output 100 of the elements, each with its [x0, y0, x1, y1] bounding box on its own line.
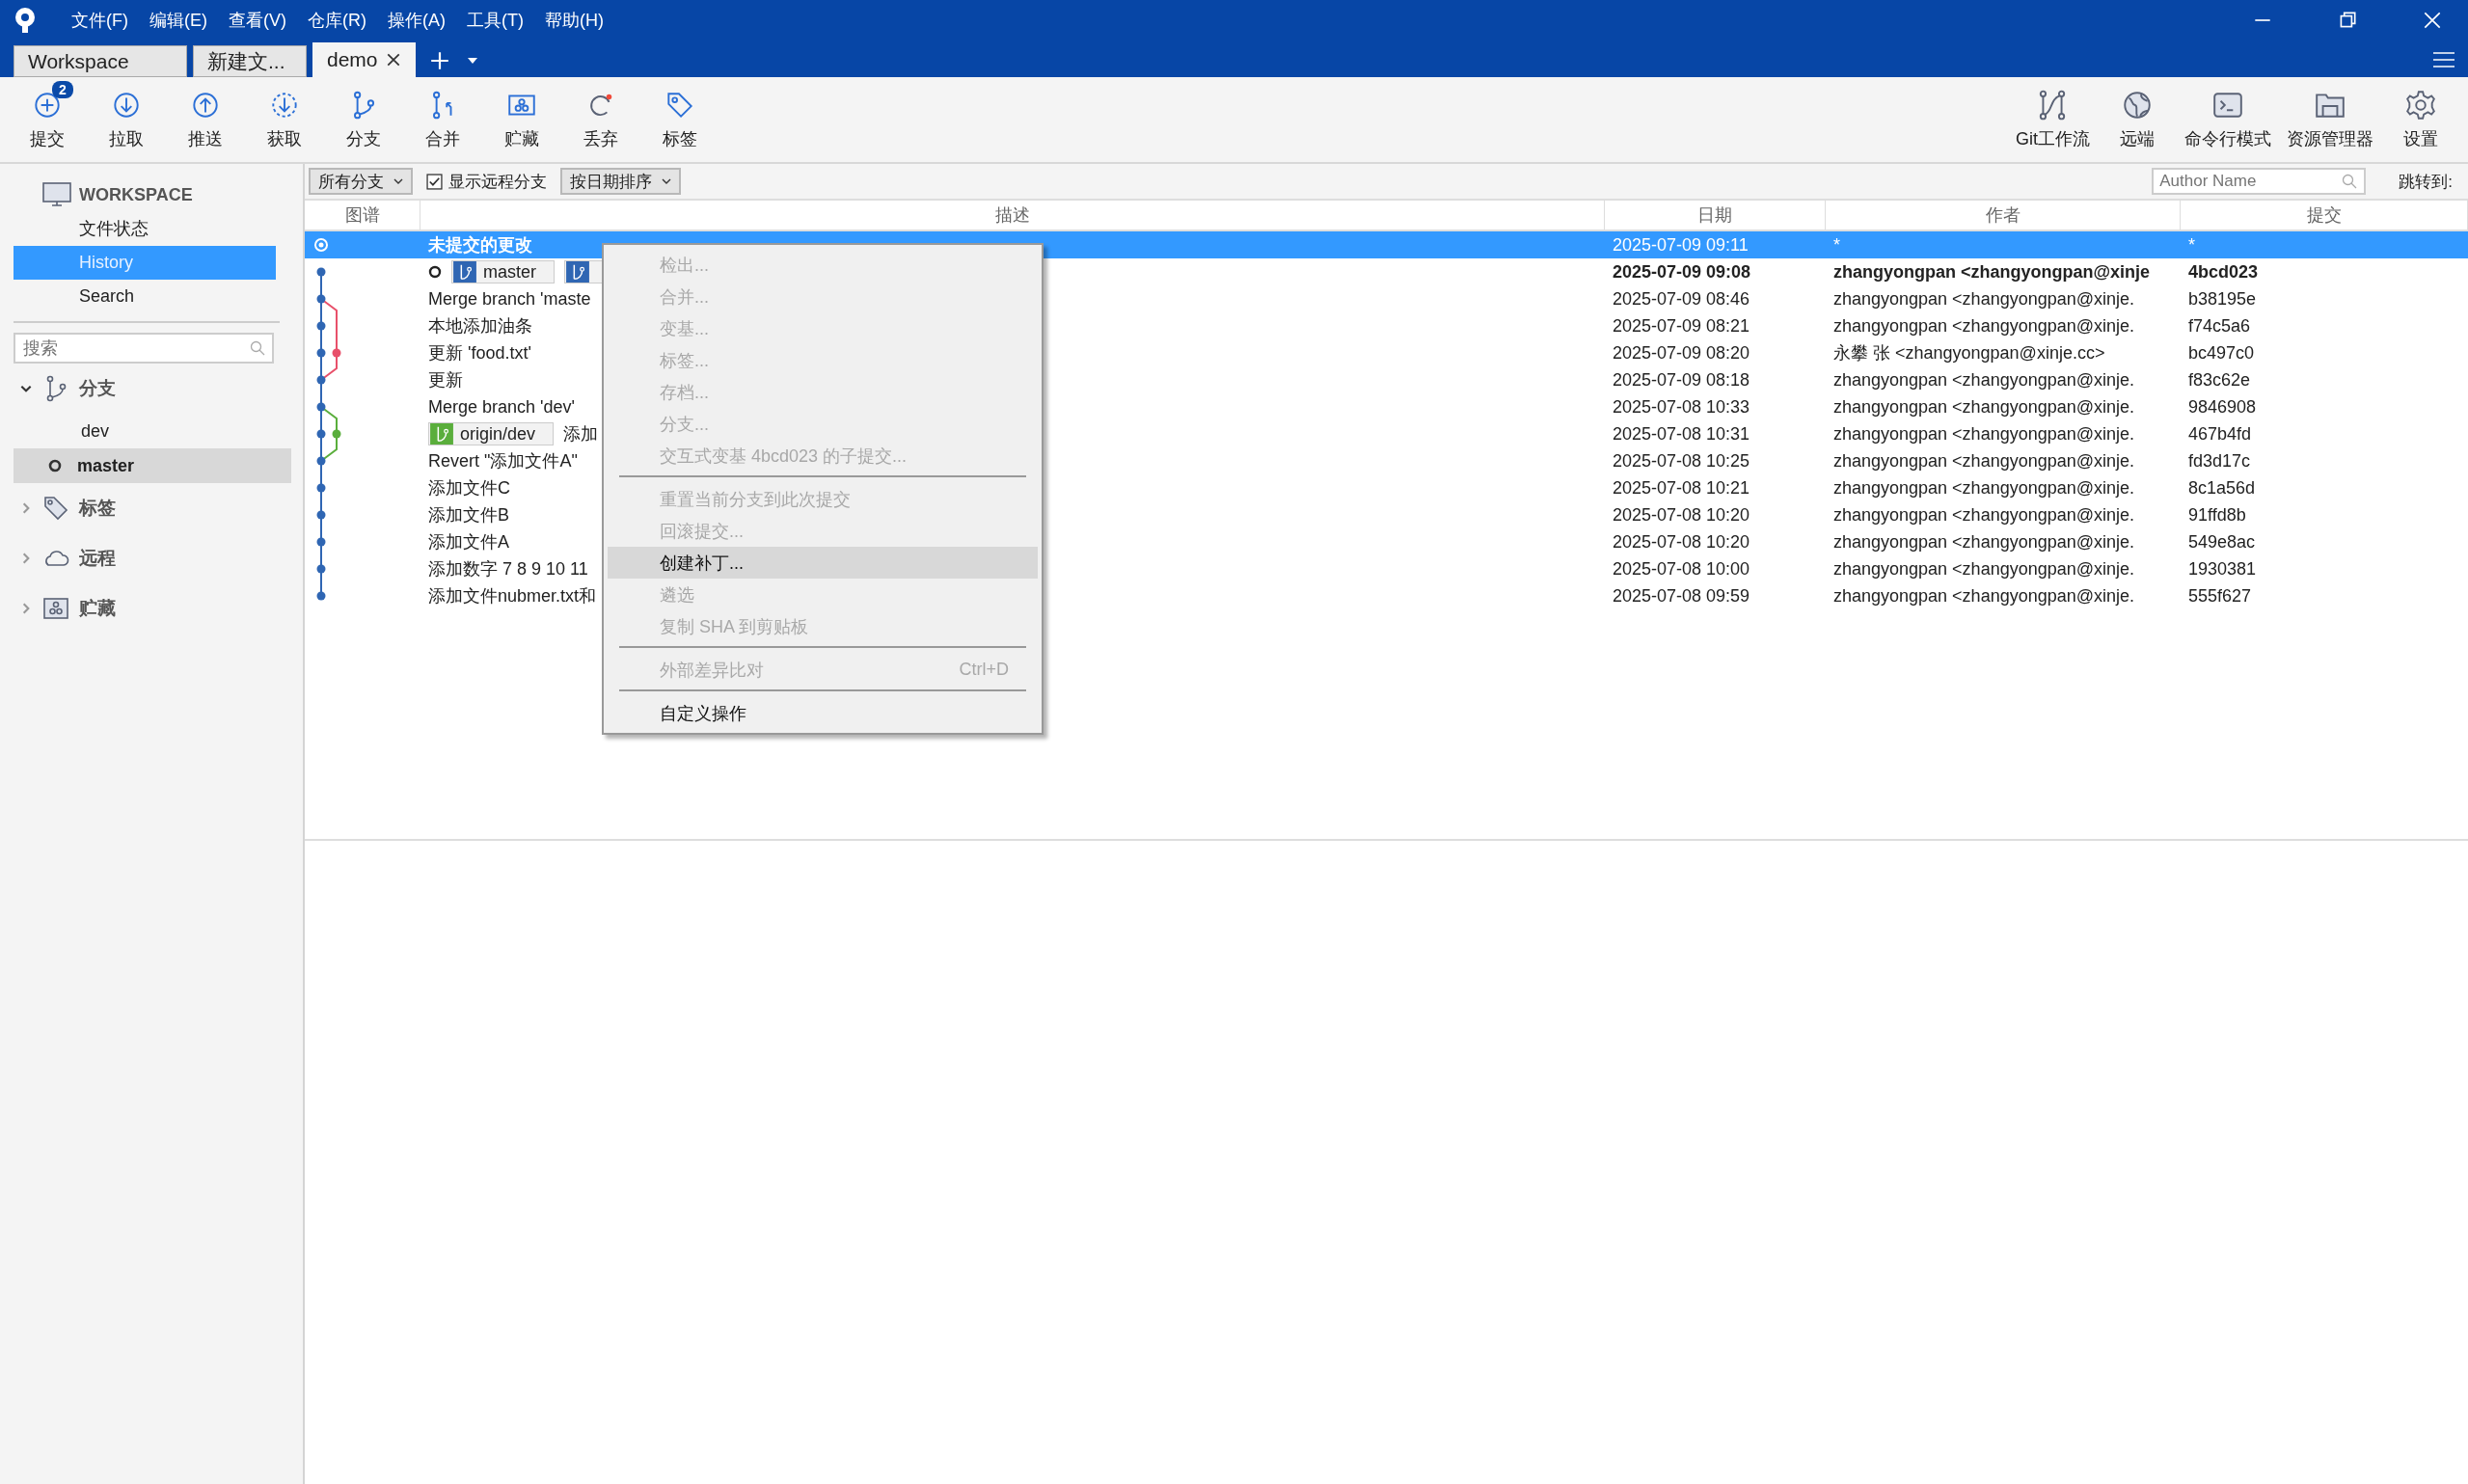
- menu-icon[interactable]: [2433, 51, 2454, 68]
- date-cell-text: 2025-07-09 09:08: [1612, 261, 1752, 283]
- commit-dot: [316, 294, 326, 304]
- author-cell-text: zhangyongpan <zhangyongpan@xinje.: [1832, 369, 2136, 391]
- date-cell-text: 2025-07-09 08:46: [1612, 288, 1751, 310]
- branch-label[interactable]: master: [451, 260, 555, 283]
- commit-hash-cell-text: f83c62e: [2187, 369, 2252, 391]
- branch-icon: [452, 261, 477, 283]
- toolbar-button[interactable]: 合并: [405, 85, 480, 154]
- author-search-field[interactable]: Author Name: [2152, 168, 2367, 195]
- menu-item[interactable]: 创建补丁...: [608, 547, 1038, 579]
- document-tab[interactable]: 新建文...: [193, 45, 307, 77]
- date-cell-text: 2025-07-09 08:18: [1612, 369, 1751, 391]
- commit-hash-cell-text: 4bcd023: [2187, 261, 2260, 283]
- close-icon[interactable]: [385, 52, 401, 67]
- toolbar-button[interactable]: 资源管理器: [2281, 85, 2379, 154]
- commit-hash-cell-text: 555f627: [2187, 585, 2253, 607]
- section-heading[interactable]: 标签: [79, 496, 116, 521]
- branch-item[interactable]: master: [14, 448, 291, 483]
- menu-item[interactable]: 仓库(R): [308, 9, 366, 32]
- commit-dot: [316, 429, 326, 439]
- author-cell-text: zhangyongpan <zhangyongpan@xinje.: [1832, 504, 2136, 526]
- commit-hash-cell-text: 8c1a56d: [2187, 477, 2257, 499]
- close-icon[interactable]: [2422, 10, 2443, 31]
- toolbar-button[interactable]: 丢弃: [563, 85, 638, 154]
- commit-dot: [316, 564, 326, 574]
- caret-icon: [662, 178, 671, 184]
- commit-hash-cell-text: 1930381: [2187, 558, 2258, 580]
- sort-dropdown[interactable]: 按日期排序: [560, 168, 681, 195]
- toolbar-button[interactable]: 设置: [2383, 85, 2458, 154]
- author-cell-text: zhangyongpan <zhangyongpan@xinje.: [1832, 585, 2136, 607]
- date-cell-text: 2025-07-09 08:20: [1612, 342, 1751, 364]
- commit-message: Revert "添加文件A": [428, 450, 578, 472]
- app-logo-icon: [14, 7, 37, 34]
- toolbar-button[interactable]: 拉取: [89, 85, 164, 154]
- branch-item[interactable]: dev: [14, 414, 291, 448]
- date-cell-text: 2025-07-08 10:21: [1612, 477, 1751, 499]
- commit-dot: [332, 348, 341, 358]
- author-cell-text: *: [1832, 234, 1841, 256]
- commit-dot: [316, 510, 326, 520]
- document-tab[interactable]: demo: [312, 42, 416, 77]
- date-cell-text: 2025-07-08 10:33: [1612, 396, 1751, 418]
- menu-item[interactable]: 工具(T): [467, 9, 524, 32]
- toolbar-button[interactable]: 推送: [168, 85, 243, 154]
- menu-item[interactable]: 操作(A): [388, 9, 446, 32]
- toolbar-button[interactable]: 远端: [2100, 85, 2175, 154]
- toolbar-button[interactable]: Git工作流: [2010, 85, 2096, 154]
- toolbar-button[interactable]: 获取: [247, 85, 322, 154]
- commit-dot: [316, 267, 326, 277]
- date-cell-text: 2025-07-09 09:11: [1612, 234, 1749, 256]
- author-cell-text: zhangyongpan <zhangyongpan@xinje.: [1832, 558, 2136, 580]
- commit-hash-cell-text: 9846908: [2187, 396, 2258, 418]
- branch-filter-dropdown[interactable]: 所有分支: [309, 168, 413, 195]
- menu-item[interactable]: 编辑(E): [149, 9, 207, 32]
- author-cell-text: zhangyongpan <zhangyongpan@xinje.: [1832, 423, 2136, 445]
- toolbar-button[interactable]: 标签: [642, 85, 718, 154]
- column-header[interactable]: 日期: [1605, 201, 1826, 229]
- commit-dot: [316, 591, 326, 601]
- toolbar-button[interactable]: 贮藏: [484, 85, 559, 154]
- menu-item[interactable]: 文件(F): [71, 9, 128, 32]
- column-header[interactable]: 描述: [420, 201, 1605, 229]
- section-heading[interactable]: 贮藏: [79, 596, 116, 621]
- toolbar-button[interactable]: 命令行模式: [2179, 85, 2277, 154]
- commit-dot: [316, 537, 326, 547]
- commit-hash-cell-text: 91ffd8b: [2187, 504, 2247, 526]
- count-badge: 2: [52, 81, 73, 98]
- section-heading[interactable]: 远程: [79, 546, 116, 571]
- commit-message: Merge branch 'dev': [428, 396, 575, 418]
- commit-message: 添加文件A: [428, 531, 509, 553]
- menu-item[interactable]: 自定义操作: [608, 697, 1038, 729]
- menu-item[interactable]: 帮助(H): [544, 9, 604, 32]
- plus-icon[interactable]: [428, 50, 450, 71]
- column-header[interactable]: 图谱: [305, 201, 420, 229]
- caret-icon[interactable]: [467, 58, 477, 64]
- author-cell-text: 永攀 张 <zhangyongpan@xinje.cc>: [1832, 342, 2106, 364]
- commit-dot: [316, 456, 326, 466]
- search-icon: [2342, 174, 2358, 189]
- settings-icon: [2404, 89, 2437, 121]
- author-cell-text: zhangyongpan <zhangyongpan@xinje.: [1832, 315, 2136, 337]
- commit-dot: [316, 375, 326, 385]
- document-tab[interactable]: Workspace: [14, 45, 187, 77]
- branch-label[interactable]: origin/dev: [428, 422, 555, 445]
- author-cell-text: zhangyongpan <zhangyongpan@xinje.: [1832, 531, 2136, 553]
- section-heading[interactable]: 分支: [79, 376, 116, 401]
- commit-dot: [316, 402, 326, 412]
- commit-hash-cell-text: b38195e: [2187, 288, 2258, 310]
- commit-dot: [332, 429, 341, 439]
- commit-hash-cell-text: f74c5a6: [2187, 315, 2252, 337]
- sidebar-item[interactable]: 文件状态: [14, 212, 276, 246]
- column-header[interactable]: 提交: [2181, 201, 2468, 229]
- toolbar-button[interactable]: 分支: [326, 85, 401, 154]
- sidebar-item[interactable]: Search: [14, 280, 276, 313]
- commit-hash-cell-text: fd3d17c: [2187, 450, 2252, 472]
- remote-branches-checkbox[interactable]: 显示远程分支: [426, 170, 547, 193]
- caret-icon: [393, 178, 403, 184]
- menu-item[interactable]: 查看(V): [229, 9, 286, 32]
- commit-message: 未提交的更改: [428, 234, 532, 256]
- commit-hash-cell-text: 467b4fd: [2187, 423, 2253, 445]
- column-header[interactable]: 作者: [1826, 201, 2181, 229]
- search-field[interactable]: 搜索: [14, 333, 274, 364]
